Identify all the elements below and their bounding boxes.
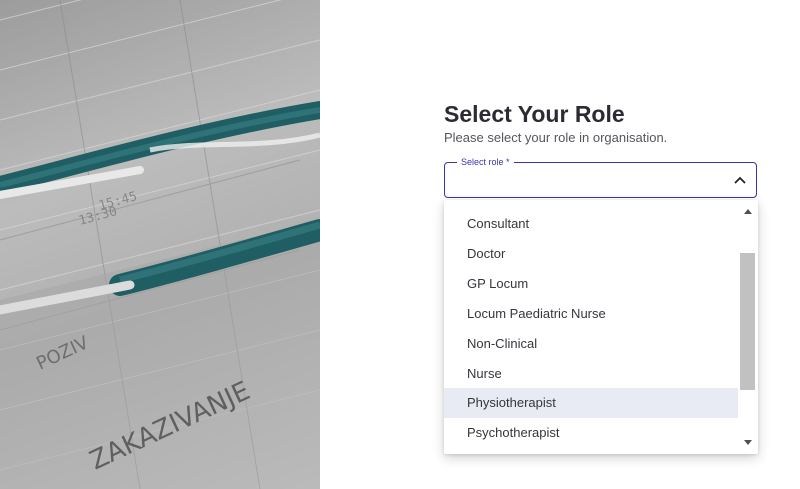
options-scrollbar[interactable] <box>738 200 758 454</box>
role-option-gp-locum[interactable]: GP Locum <box>444 269 738 299</box>
role-option-locum-paediatric-nurse[interactable]: Locum Paediatric Nurse <box>444 299 738 329</box>
page-subtitle: Please select your role in organisation. <box>444 130 668 145</box>
chevron-up-icon[interactable] <box>734 175 746 185</box>
role-option-non-clinical[interactable]: Non-Clinical <box>444 329 738 359</box>
page-title: Select Your Role <box>444 101 625 127</box>
scroll-up-arrow-icon[interactable] <box>743 207 753 215</box>
role-option-physiotherapist[interactable]: Physiotherapist <box>444 388 738 418</box>
role-select-label: Select role * <box>457 157 514 168</box>
role-select-field[interactable]: Select role * <box>444 157 757 198</box>
role-option-psychotherapist[interactable]: Psychotherapist <box>444 418 738 448</box>
role-selection-panel: Select Your Role Please select your role… <box>444 100 760 146</box>
stethoscope-image: ZAKAZIVANJE POZIV 13:30 15:45 <box>0 0 320 489</box>
role-option-doctor[interactable]: Doctor <box>444 239 738 269</box>
role-options-list: Consultant Doctor GP Locum Locum Paediat… <box>444 200 758 454</box>
role-option-consultant[interactable]: Consultant <box>444 209 738 239</box>
scrollbar-thumb[interactable] <box>740 253 755 390</box>
scroll-down-arrow-icon[interactable] <box>743 439 753 447</box>
background-photo: ZAKAZIVANJE POZIV 13:30 15:45 <box>0 0 320 489</box>
svg-text:15:45: 15:45 <box>97 189 139 214</box>
role-option-nurse[interactable]: Nurse <box>444 359 738 389</box>
